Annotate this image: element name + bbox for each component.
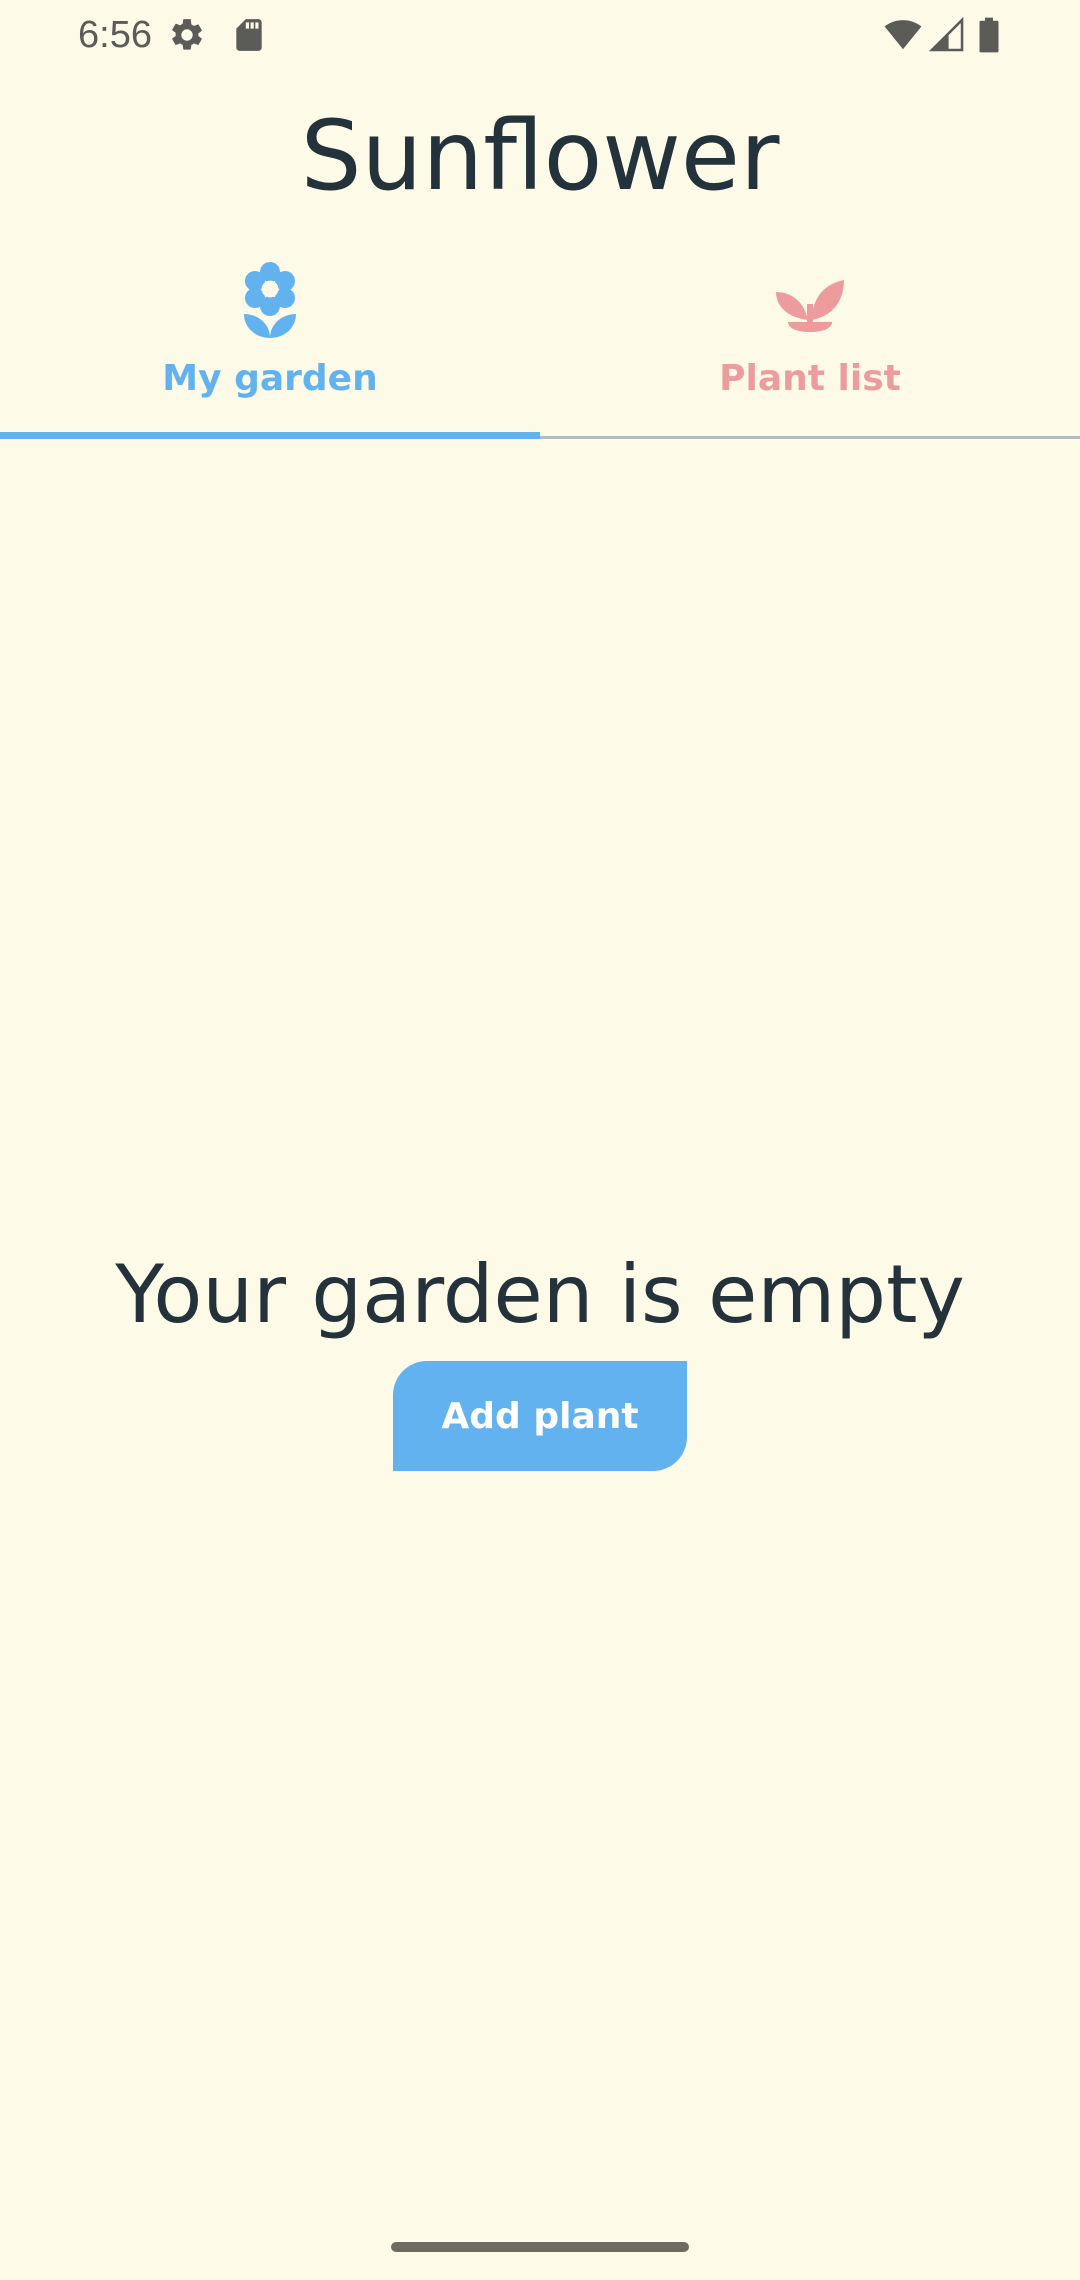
tab-plant-list-label: Plant list	[719, 358, 901, 399]
tab-my-garden-label: My garden	[162, 358, 378, 399]
wifi-icon	[882, 16, 924, 54]
tab-my-garden[interactable]: My garden	[0, 250, 540, 438]
status-bar: 6:56	[0, 0, 1080, 70]
empty-garden-message: Your garden is empty	[115, 1248, 965, 1341]
battery-icon	[974, 16, 1004, 54]
gesture-navigation-bar[interactable]	[391, 2242, 689, 2252]
tab-selected-indicator	[0, 432, 540, 439]
tab-bar: My garden Plant list	[0, 250, 1080, 438]
add-plant-button[interactable]: Add plant	[393, 1361, 687, 1471]
sprout-icon	[770, 260, 850, 340]
cell-signal-icon	[928, 16, 966, 54]
settings-icon	[168, 16, 206, 54]
screen: 6:56 Sunflower My garden Plant list Your…	[0, 0, 1080, 2280]
sd-card-icon	[230, 16, 268, 54]
app-title: Sunflower	[300, 100, 780, 212]
status-time: 6:56	[78, 14, 152, 56]
flower-icon	[230, 260, 310, 340]
tab-plant-list[interactable]: Plant list	[540, 250, 1080, 438]
